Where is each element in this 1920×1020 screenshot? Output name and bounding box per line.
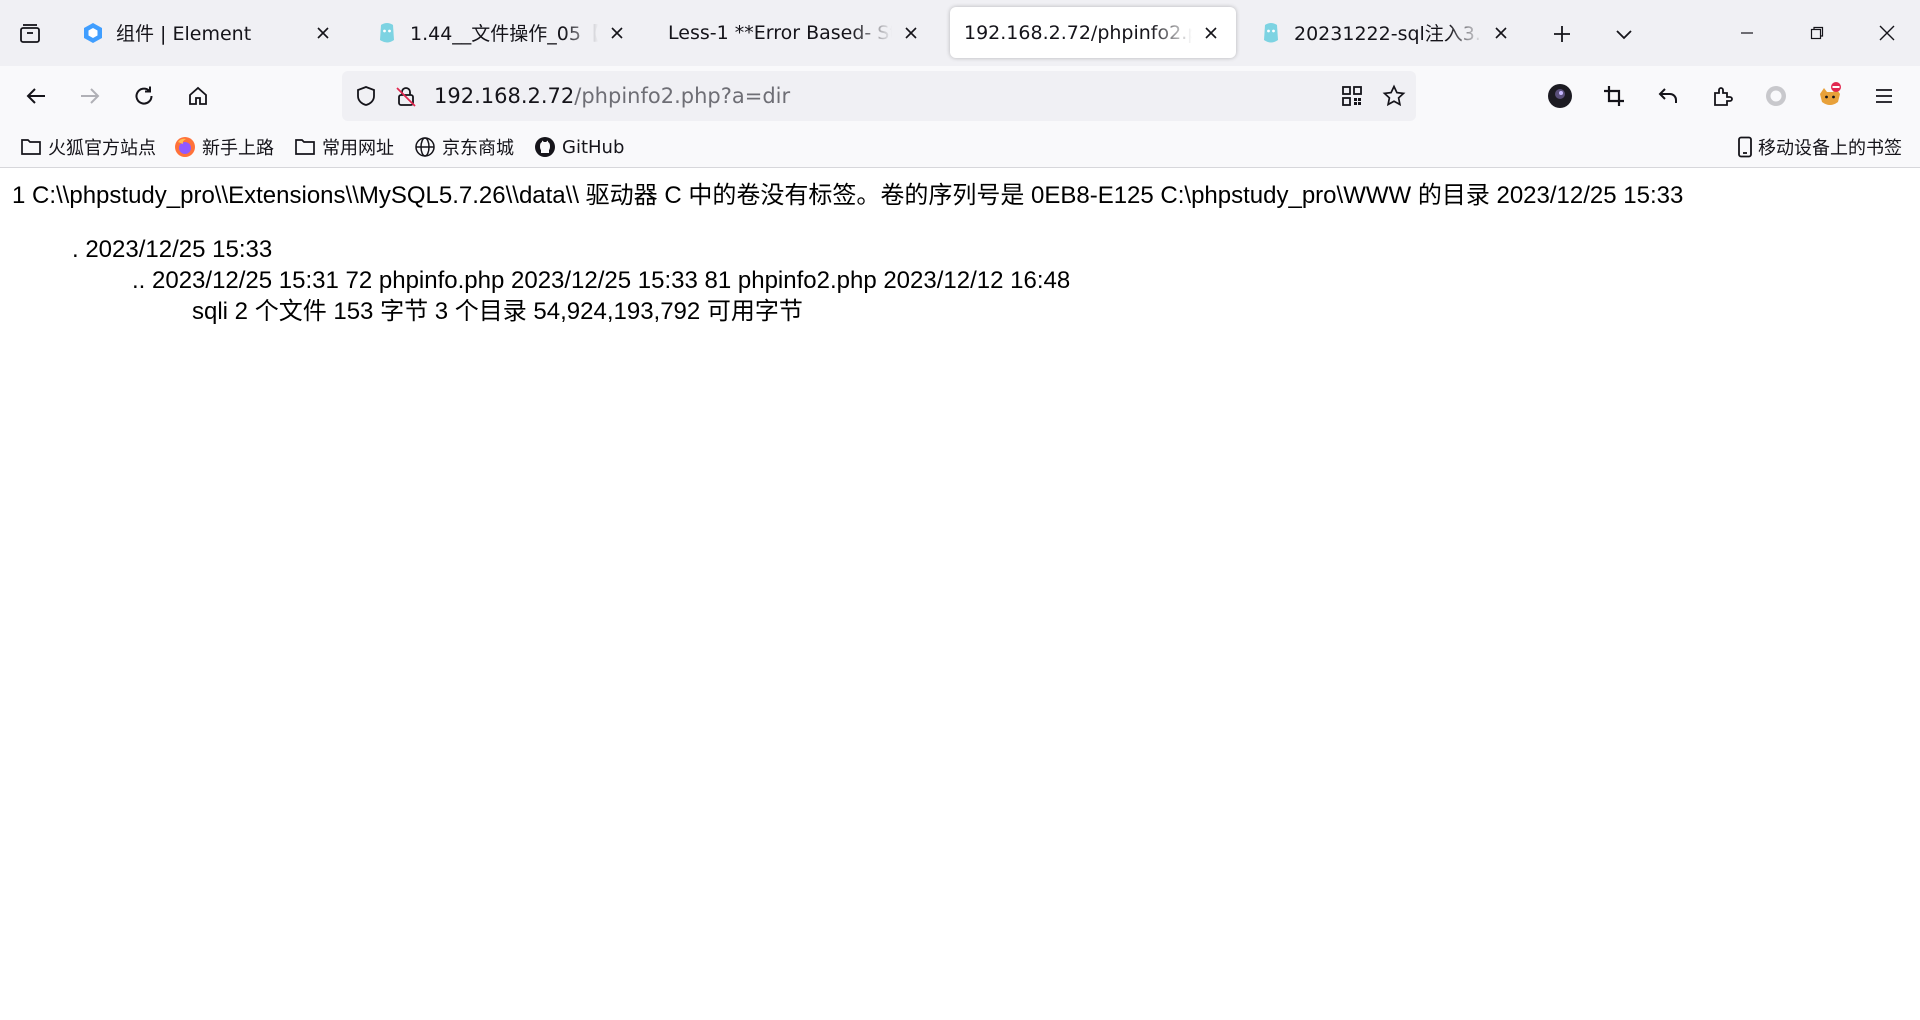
mobile-device-icon <box>1734 136 1756 158</box>
back-button[interactable] <box>14 74 58 118</box>
tab-element[interactable]: 组件 | Element <box>66 7 348 58</box>
home-button[interactable] <box>176 74 220 118</box>
extensions-button[interactable] <box>1700 74 1744 118</box>
extension-fox-button[interactable] <box>1808 74 1852 118</box>
globe-icon <box>414 136 436 158</box>
bookmark-star-icon[interactable] <box>1380 82 1408 110</box>
tab-title: 1.44__文件操作_05【海量 <box>410 23 598 45</box>
bookmark-label: 移动设备上的书签 <box>1758 138 1902 159</box>
new-tab-button[interactable] <box>1542 14 1582 54</box>
close-tab-icon[interactable] <box>898 20 924 46</box>
app-menu-button[interactable] <box>1862 74 1906 118</box>
close-tab-icon[interactable] <box>310 20 336 46</box>
close-tab-icon[interactable] <box>604 20 630 46</box>
bookmark-getting-started[interactable]: 新手上路 <box>174 132 274 162</box>
dir-output-header: 1 C:\\phpstudy_pro\\Extensions\\MySQL5.7… <box>12 182 1684 209</box>
bookmark-folder-common-sites[interactable]: 常用网址 <box>294 132 394 162</box>
circle-extension-icon <box>1766 86 1786 106</box>
bilibili-icon <box>1260 22 1282 44</box>
undo-arrow-icon <box>1658 88 1677 103</box>
tab-sql-video[interactable]: 20231222-sql注入3.mp4 <box>1244 7 1526 58</box>
url-text[interactable]: 192.168.2.72/phpinfo2.php?a=dir <box>434 71 790 121</box>
crop-icon <box>1604 86 1624 106</box>
home-icon <box>189 86 207 105</box>
dir-entry-parent-and-files: .. 2023/12/25 15:31 72 phpinfo.php 2023/… <box>132 267 1071 294</box>
bookmark-label: 常用网址 <box>322 138 394 159</box>
tab-title: 组件 | Element <box>116 23 252 45</box>
firefox-view-button[interactable] <box>10 14 50 54</box>
avatar-icon <box>1548 84 1572 108</box>
undo-close-tab-button[interactable] <box>1646 74 1690 118</box>
folder-icon <box>294 136 316 158</box>
tab-bilibili-file-ops[interactable]: 1.44__文件操作_05【海量 <box>360 7 642 58</box>
list-all-tabs-button[interactable] <box>1604 14 1644 54</box>
folder-icon <box>20 136 42 158</box>
restore-button[interactable] <box>1782 0 1852 66</box>
qr-code-icon[interactable] <box>1338 82 1366 110</box>
tab-phpinfo2[interactable]: 192.168.2.72/phpinfo2.php?a <box>950 7 1236 58</box>
navigation-toolbar: 192.168.2.72/phpinfo2.php?a=dir <box>0 66 1920 126</box>
account-avatar-button[interactable] <box>1538 74 1582 118</box>
tab-sqli-less-1[interactable]: Less-1 **Error Based- String <box>654 7 936 58</box>
extension-circle-button[interactable] <box>1754 74 1798 118</box>
dir-summary: sqli 2 个文件 153 字节 3 个目录 54,924,193,792 可… <box>192 298 803 325</box>
tab-title: 192.168.2.72/phpinfo2.php?a <box>964 21 1192 44</box>
reload-button[interactable] <box>122 74 166 118</box>
close-tab-icon[interactable] <box>1198 20 1224 46</box>
close-window-button[interactable] <box>1852 0 1920 66</box>
address-bar[interactable]: 192.168.2.72/phpinfo2.php?a=dir <box>342 71 1416 121</box>
minimize-icon <box>1741 32 1753 34</box>
bookmark-label: 京东商城 <box>442 138 514 159</box>
chevron-down-icon <box>1616 30 1632 40</box>
bookmark-folder-firefox-official[interactable]: 火狐官方站点 <box>20 132 156 162</box>
mobile-bookmarks-folder[interactable]: 移动设备上的书签 <box>1734 132 1902 162</box>
url-path: /phpinfo2.php?a=dir <box>574 84 791 108</box>
forward-button[interactable] <box>68 74 112 118</box>
tab-title: Less-1 **Error Based- String <box>668 21 892 44</box>
page-content: 1 C:\\phpstudy_pro\\Extensions\\MySQL5.7… <box>0 168 1920 1020</box>
dir-entry-current: . 2023/12/25 15:33 <box>72 236 273 263</box>
bookmark-jd-mall[interactable]: 京东商城 <box>414 132 514 162</box>
minimize-button[interactable] <box>1712 0 1782 66</box>
bookmark-label: 新手上路 <box>202 138 274 159</box>
screenshot-crop-button[interactable] <box>1592 74 1636 118</box>
bookmark-label: 火狐官方站点 <box>48 138 156 159</box>
url-host: 192.168.2.72 <box>434 84 575 108</box>
bookmark-github[interactable]: GitHub <box>534 132 624 162</box>
reload-icon <box>135 86 153 105</box>
firefox-icon <box>174 136 196 158</box>
close-icon <box>1879 25 1895 41</box>
hamburger-menu-icon <box>1876 89 1892 103</box>
github-icon <box>534 136 556 158</box>
bookmarks-toolbar: 火狐官方站点 新手上路 常用网址 京东商城 GitHub 移动设备上的书签 <box>0 126 1920 168</box>
insecure-connection-lock-icon[interactable] <box>392 82 420 110</box>
firefox-view-icon <box>20 24 40 43</box>
fox-extension-icon <box>1820 82 1841 105</box>
close-tab-icon[interactable] <box>1488 20 1514 46</box>
element-logo-icon <box>82 22 104 44</box>
puzzle-piece-icon <box>1714 87 1733 106</box>
restore-icon <box>1810 26 1824 40</box>
plus-icon <box>1554 26 1570 42</box>
tab-strip: 组件 | Element 1.44__文件操作_05【海量 Less-1 **E… <box>0 0 1920 66</box>
back-arrow-icon <box>26 88 45 104</box>
tracking-protection-shield-icon[interactable] <box>352 82 380 110</box>
bookmark-label: GitHub <box>562 136 625 158</box>
bilibili-icon <box>376 22 398 44</box>
tab-title: 20231222-sql注入3.mp4 <box>1294 23 1482 45</box>
forward-arrow-icon <box>81 88 100 104</box>
